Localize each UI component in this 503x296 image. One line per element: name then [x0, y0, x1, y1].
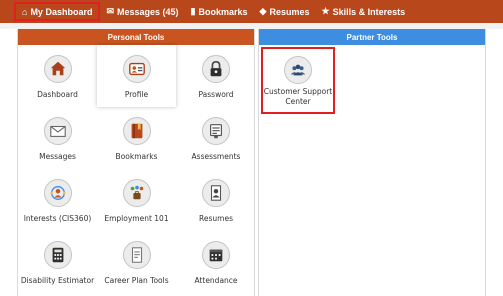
support-team-icon — [284, 56, 312, 84]
tool-label: Customer Support Center — [263, 87, 333, 106]
top-navigation-bar: ⌂ My Dashboard ✉ Messages (45) ▮ Bookmar… — [0, 0, 503, 23]
nav-resumes-label: Resumes — [269, 6, 310, 17]
tool-label: Assessments — [191, 152, 241, 161]
tool-password[interactable]: Password — [176, 45, 256, 107]
interests-icon — [43, 179, 72, 207]
diamond-icon: ◆ — [259, 6, 267, 16]
tool-label: Interests (CIS360) — [23, 214, 92, 223]
tool-interests[interactable]: Interests (CIS360) — [18, 169, 97, 231]
nav-bookmarks-label: Bookmarks — [198, 6, 248, 17]
personal-tools-panel: Personal Tools Dashboard Profile Passwor… — [17, 29, 255, 296]
envelope-icon: ✉ — [106, 6, 114, 16]
home-icon: ⌂ — [22, 6, 28, 17]
nav-skills-label: Skills & Interests — [332, 6, 406, 17]
personal-tools-grid: Dashboard Profile Password Messages Book — [18, 45, 256, 293]
lock-icon — [202, 55, 230, 83]
nav-bookmarks[interactable]: ▮ Bookmarks — [185, 0, 254, 23]
tool-label: Messages — [39, 152, 76, 161]
home-icon — [43, 55, 72, 83]
nav-resumes[interactable]: ◆ Resumes — [254, 0, 316, 23]
document-icon — [122, 241, 151, 269]
tool-disability-estimator[interactable]: Disability Estimator — [18, 231, 97, 293]
star-icon: ★ — [321, 6, 330, 16]
tool-label: Disability Estimator — [20, 276, 95, 285]
personal-tools-header: Personal Tools — [18, 29, 254, 45]
monitor-icon — [202, 117, 230, 145]
tool-label: Career Plan Tools — [104, 276, 169, 285]
tool-label: Profile — [124, 90, 149, 99]
tool-career-plan-tools[interactable]: Career Plan Tools — [97, 231, 176, 293]
envelope-icon — [43, 117, 72, 145]
tool-label: Dashboard — [37, 90, 78, 99]
nav-my-dashboard-label: My Dashboard — [30, 6, 93, 17]
tool-assessments[interactable]: Assessments — [176, 107, 256, 169]
tool-dashboard[interactable]: Dashboard — [18, 45, 97, 107]
tool-label: Bookmarks — [115, 152, 158, 161]
tool-label: Attendance — [194, 276, 238, 285]
tool-resumes[interactable]: Resumes — [176, 169, 256, 231]
tool-attendance[interactable]: Attendance — [176, 231, 256, 293]
resume-icon — [202, 179, 230, 207]
briefcase-people-icon — [122, 179, 151, 207]
bookmark-icon: ▮ — [190, 6, 196, 16]
partner-tools-panel: Partner Tools Customer Support Center — [258, 29, 486, 296]
tool-label: Resumes — [199, 214, 233, 223]
calendar-icon — [202, 241, 230, 269]
tool-customer-support-center[interactable]: Customer Support Center — [261, 47, 335, 114]
nav-skills-interests[interactable]: ★ Skills & Interests — [315, 0, 411, 23]
nav-my-dashboard[interactable]: ⌂ My Dashboard — [14, 2, 101, 21]
tool-messages[interactable]: Messages — [18, 107, 97, 169]
profile-card-icon — [122, 55, 151, 83]
tool-label: Password — [198, 90, 234, 99]
calculator-icon — [43, 241, 72, 269]
nav-messages[interactable]: ✉ Messages (45) — [100, 0, 184, 23]
tool-employment-101[interactable]: Employment 101 — [97, 169, 176, 231]
partner-tools-header: Partner Tools — [259, 29, 485, 45]
nav-messages-label: Messages (45) — [117, 6, 179, 17]
tool-label: Employment 101 — [104, 214, 169, 223]
book-icon — [122, 117, 151, 145]
tool-bookmarks[interactable]: Bookmarks — [97, 107, 176, 169]
tool-profile[interactable]: Profile — [97, 45, 176, 107]
